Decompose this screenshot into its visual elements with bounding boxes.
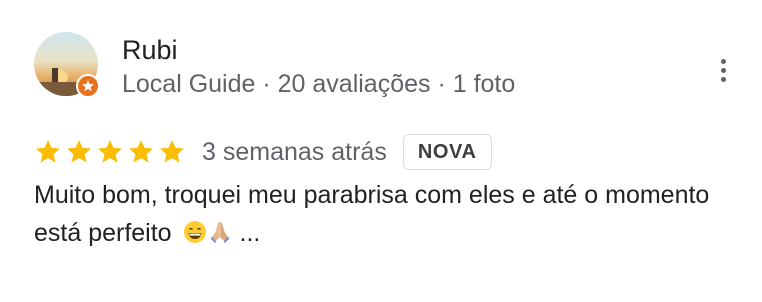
star-icon	[67, 140, 91, 163]
review-date: 3 semanas atrás	[202, 137, 387, 166]
review-card: Rubi Local Guide · 20 avaliações · 1 fot…	[0, 0, 762, 302]
more-vertical-icon-dot	[720, 76, 726, 82]
rating-row: 3 semanas atrás NOVA	[34, 132, 492, 172]
more-options-button[interactable]	[706, 50, 740, 90]
new-badge: NOVA	[402, 134, 492, 170]
star-icon	[129, 140, 153, 163]
star-icon	[98, 140, 122, 163]
reviewer-meta[interactable]: Local Guide · 20 avaliações · 1 foto	[122, 69, 515, 99]
review-body: Muito bom, troquei meu parabrisa com ele…	[34, 176, 734, 252]
star-icon	[36, 140, 60, 163]
local-guide-badge-icon	[76, 74, 100, 98]
reviewer-avatar[interactable]	[34, 32, 100, 98]
review-text: Muito bom, troquei meu parabrisa com ele…	[34, 181, 710, 247]
star-icon	[160, 140, 184, 163]
reviewer-name[interactable]: Rubi	[122, 34, 178, 66]
grinning-face-icon	[183, 221, 206, 243]
more-vertical-icon-dot	[720, 67, 726, 73]
folded-hands-icon	[210, 222, 229, 243]
more-vertical-icon	[720, 58, 726, 64]
read-more-link[interactable]: ...	[240, 219, 261, 247]
star-rating	[34, 138, 186, 166]
